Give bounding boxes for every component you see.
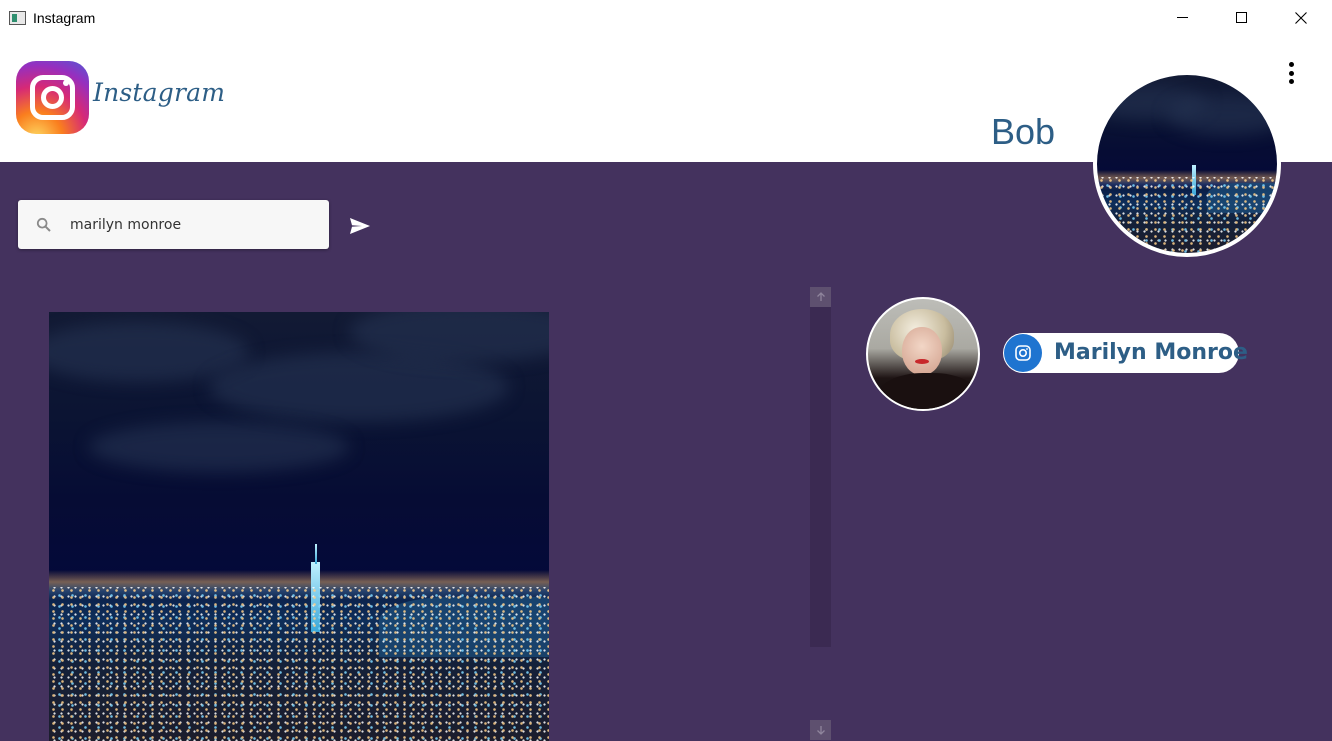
- scroll-up-button[interactable]: [810, 287, 831, 307]
- username-label: Bob: [991, 111, 1056, 152]
- instagram-icon: [1004, 334, 1042, 372]
- more-vert-icon[interactable]: [1281, 60, 1301, 86]
- maximize-icon: [1236, 12, 1247, 23]
- search-icon: [36, 217, 51, 232]
- close-button[interactable]: [1272, 0, 1330, 36]
- minimize-icon: [1177, 17, 1188, 18]
- brand-wordmark: Instagram: [93, 78, 226, 107]
- app-icon: [9, 11, 26, 25]
- window-titlebar: Instagram: [0, 0, 1332, 36]
- user-avatar[interactable]: [1093, 71, 1281, 257]
- search-input[interactable]: [70, 213, 320, 237]
- minimize-button[interactable]: [1154, 0, 1212, 36]
- scrollbar[interactable]: [810, 287, 831, 741]
- result-name-chip[interactable]: Marilyn Monroe: [1003, 333, 1248, 373]
- result-name: Marilyn Monroe: [1054, 340, 1248, 365]
- window-title: Instagram: [33, 10, 96, 26]
- send-icon[interactable]: [349, 216, 371, 236]
- maximize-button[interactable]: [1213, 0, 1271, 36]
- instagram-logo: [16, 61, 89, 134]
- scroll-track[interactable]: [810, 287, 831, 647]
- close-icon: [1295, 12, 1307, 24]
- result-avatar[interactable]: [866, 297, 980, 411]
- search-box[interactable]: [18, 200, 329, 249]
- post-image[interactable]: [49, 312, 549, 741]
- scroll-down-button[interactable]: [810, 720, 831, 740]
- arrow-up-icon: [816, 292, 825, 301]
- arrow-down-icon: [816, 726, 825, 735]
